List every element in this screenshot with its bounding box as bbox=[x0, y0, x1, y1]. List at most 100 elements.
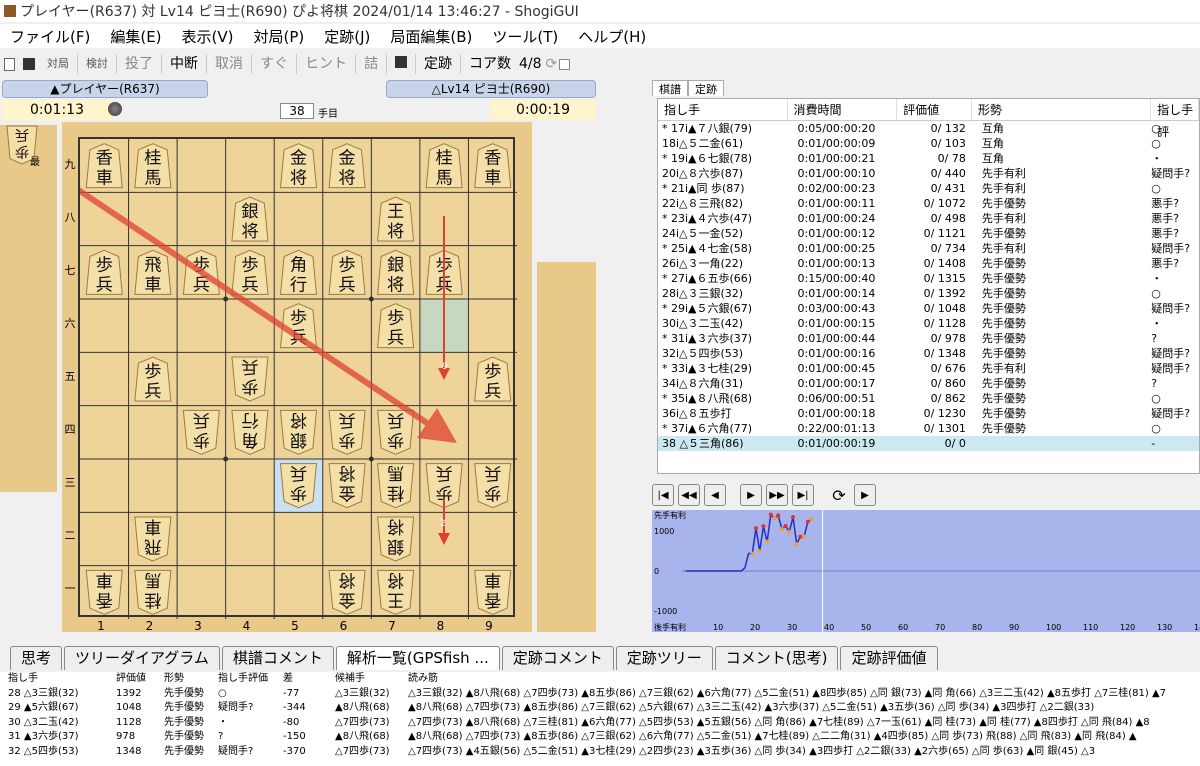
tab-comment-thinking[interactable]: コメント(思考) bbox=[714, 646, 839, 670]
board-piece[interactable]: 歩兵 bbox=[85, 249, 123, 295]
stop-button[interactable] bbox=[387, 54, 416, 74]
board-piece[interactable]: 桂馬 bbox=[134, 569, 172, 615]
board-svg[interactable]: 香車王将金将桂馬香車銀将飛車歩兵歩兵桂馬金将歩兵歩兵歩兵銀将角行歩兵歩兵歩兵歩兵… bbox=[80, 139, 517, 619]
kifu-row[interactable]: * 35i▲８八飛(68) 0:06/00:00:51 0/ 862 先手優勢 ○ bbox=[658, 391, 1199, 406]
kifu-row[interactable]: * 23i▲４六歩(47) 0:01/00:00:24 0/ 498 先手有利 悪手? bbox=[658, 211, 1199, 226]
board-piece[interactable]: 王将 bbox=[377, 196, 415, 242]
board-piece[interactable]: 歩兵 bbox=[231, 356, 269, 402]
resign-button[interactable]: 投了 bbox=[117, 54, 162, 74]
analysis-row[interactable]: 29 ▲5六銀(67) 1048 先手優勢 疑問手? -344 ▲8八飛(68) ▲8八飛(… bbox=[0, 701, 1200, 716]
hint-button[interactable]: ヒント bbox=[297, 54, 356, 74]
board-piece[interactable]: 歩兵 bbox=[134, 356, 172, 402]
kifu-row[interactable]: * 25i▲４七金(58) 0:01/00:00:25 0/ 734 先手有利 疑問手? bbox=[658, 241, 1199, 256]
board-piece[interactable]: 歩兵 bbox=[182, 409, 220, 455]
new-file-icon[interactable] bbox=[4, 57, 15, 71]
kifu-row[interactable]: * 37i▲６六角(77) 0:22/00:01:13 0/ 1301 先手優勢 ○ bbox=[658, 421, 1199, 436]
kifu-row[interactable]: 26i△３一角(22) 0:01/00:00:13 0/ 1408 先手優勢 悪手? bbox=[658, 256, 1199, 271]
back-fast-icon[interactable]: ◀◀ bbox=[678, 484, 700, 506]
kifu-row[interactable]: 20i△８六歩(87) 0:01/00:00:10 0/ 440 先手有利 疑問手? bbox=[658, 166, 1199, 181]
tab-kifu[interactable]: 棋譜 bbox=[652, 80, 688, 96]
kifu-row[interactable]: 32i△５四歩(53) 0:01/00:00:16 0/ 1348 先手優勢 疑問手? bbox=[658, 346, 1199, 361]
tab-joseki-eval[interactable]: 定跡評価値 bbox=[840, 646, 938, 670]
shogi-board[interactable]: 香車王将金将桂馬香車銀将飛車歩兵歩兵桂馬金将歩兵歩兵歩兵銀将角行歩兵歩兵歩兵歩兵… bbox=[78, 137, 517, 619]
menu-view[interactable]: 表示(V) bbox=[172, 26, 244, 47]
board-piece[interactable]: 香車 bbox=[474, 143, 512, 189]
kifu-list[interactable]: 指し手 消費時間 評価値 形勢 指し手評 * 17i▲７八銀(79) 0:05/0… bbox=[657, 98, 1200, 474]
board-piece[interactable]: 歩兵 bbox=[279, 463, 318, 509]
tab-joseki-tree[interactable]: 定跡ツリー bbox=[615, 646, 713, 670]
board-piece[interactable]: 飛車 bbox=[134, 516, 172, 562]
first-move-icon[interactable]: |◀ bbox=[652, 484, 674, 506]
kifu-row[interactable]: 22i△８三飛(82) 0:01/00:00:11 0/ 1072 先手優勢 悪手? bbox=[658, 196, 1199, 211]
analysis-header-eval[interactable]: 評価値 bbox=[116, 672, 164, 687]
board-piece[interactable]: 角行 bbox=[231, 409, 269, 455]
menu-joseki[interactable]: 定跡(J) bbox=[314, 26, 380, 47]
board-piece[interactable]: 金将 bbox=[328, 143, 366, 189]
board-piece[interactable]: 香車 bbox=[474, 569, 512, 615]
taikyoku-button[interactable]: 対局 bbox=[39, 54, 78, 74]
menu-tools[interactable]: ツール(T) bbox=[482, 26, 568, 47]
undo-button[interactable]: 取消 bbox=[207, 54, 252, 74]
kifu-row[interactable]: * 21i▲同 歩(87) 0:02/00:00:23 0/ 431 先手有利 ○ bbox=[658, 181, 1199, 196]
tab-joseki-comment[interactable]: 定跡コメント bbox=[501, 646, 614, 670]
analysis-header-pv[interactable]: 読み筋 bbox=[408, 672, 1200, 687]
analysis-header-move[interactable]: 指し手 bbox=[0, 672, 116, 687]
board-piece[interactable]: 桂馬 bbox=[425, 143, 463, 189]
analysis-row[interactable]: 31 ▲3六歩(37) 978 先手優勢? -150 ▲8八飛(68) ▲8八飛(68) … bbox=[0, 730, 1200, 745]
kifu-row[interactable]: * 19i▲６七銀(78) 0:01/00:00:21 0/ 78 互角 ・ bbox=[658, 151, 1199, 166]
menu-edit[interactable]: 編集(E) bbox=[100, 26, 171, 47]
menu-file[interactable]: ファイル(F) bbox=[0, 26, 100, 47]
checkbox[interactable] bbox=[559, 58, 571, 70]
board-piece[interactable]: 歩兵 bbox=[377, 303, 415, 349]
forward-icon[interactable]: ▶ bbox=[740, 484, 762, 506]
board-piece[interactable]: 銀将 bbox=[377, 516, 415, 562]
analysis-row[interactable]: 32 △5四歩(53) 1348 先手優勢 疑問手? -370 △7四歩(73) △7四歩(… bbox=[0, 745, 1200, 760]
suspend-button[interactable]: 中断 bbox=[162, 54, 207, 74]
analysis-header-diff[interactable]: 差 bbox=[283, 672, 335, 687]
kifu-row[interactable]: 30i△３二玉(42) 0:01/00:00:15 0/ 1128 先手優勢 ・ bbox=[658, 316, 1199, 331]
kifu-row[interactable]: 24i△５一金(52) 0:01/00:00:12 0/ 1121 先手優勢 悪手? bbox=[658, 226, 1199, 241]
save-icon[interactable] bbox=[23, 58, 35, 70]
board-piece[interactable]: 飛車 bbox=[134, 249, 172, 295]
board-piece[interactable]: 歩兵 bbox=[474, 356, 512, 402]
analysis-header-rating[interactable]: 指し手評価 bbox=[218, 672, 283, 687]
kifu-header-move[interactable]: 指し手 bbox=[658, 99, 788, 120]
board-piece[interactable]: 桂馬 bbox=[134, 143, 172, 189]
analysis-row[interactable]: 30 △3二玉(42) 1128 先手優勢 ・ -80 △7四歩(73) △7四歩(73) … bbox=[0, 716, 1200, 731]
board-piece[interactable]: 歩兵 bbox=[231, 249, 269, 295]
board-piece[interactable]: 歩兵 bbox=[328, 249, 366, 295]
play-icon[interactable]: ▶ bbox=[854, 484, 876, 506]
kifu-row[interactable]: 18i△５二金(61) 0:01/00:00:09 0/ 103 互角 ○ bbox=[658, 136, 1199, 151]
forward-fast-icon[interactable]: ▶▶ bbox=[766, 484, 788, 506]
kifu-row[interactable]: 38 △５三角(86) 0:01/00:00:19 0/ 0 - bbox=[658, 436, 1199, 451]
tab-thinking[interactable]: 思考 bbox=[10, 646, 63, 670]
board-piece[interactable]: 銀将 bbox=[279, 409, 318, 455]
kifu-header-eval[interactable]: 評価値 bbox=[897, 99, 972, 120]
kifu-row[interactable]: 36i△８五歩打 0:01/00:00:18 0/ 1230 先手優勢 疑問手? bbox=[658, 406, 1199, 421]
move-number-field[interactable]: 38 bbox=[280, 103, 314, 119]
board-piece[interactable]: 金将 bbox=[328, 569, 366, 615]
kifu-row[interactable]: * 33i▲３七桂(29) 0:01/00:00:45 0/ 676 先手有利 疑問手? bbox=[658, 361, 1199, 376]
analysis-header-situation[interactable]: 形勢 bbox=[164, 672, 218, 687]
board-piece[interactable]: 香車 bbox=[85, 569, 123, 615]
board-piece[interactable]: 歩兵 bbox=[328, 409, 366, 455]
sugu-button[interactable]: すぐ bbox=[252, 54, 297, 74]
kifu-row[interactable]: * 29i▲５六銀(67) 0:03/00:00:43 0/ 1048 先手優勢 疑問手… bbox=[658, 301, 1199, 316]
tab-tree-diagram[interactable]: ツリーダイアグラム bbox=[64, 646, 220, 670]
kento-button[interactable]: 検討 bbox=[78, 54, 117, 74]
board-piece[interactable]: 銀将 bbox=[377, 249, 415, 295]
eval-graph[interactable]: 先手有利後手有利10000-1000-200010203040506070809… bbox=[652, 510, 1200, 656]
joseki-button[interactable]: 定跡 bbox=[416, 54, 461, 74]
refresh-icon[interactable]: ⟳ bbox=[546, 56, 558, 72]
kifu-row[interactable]: * 27i▲６五歩(66) 0:15/00:00:40 0/ 1315 先手優勢 ・ bbox=[658, 271, 1199, 286]
kifu-header-time[interactable]: 消費時間 bbox=[788, 99, 898, 120]
tab-analysis-list[interactable]: 解析一覧(GPSfish ... bbox=[335, 646, 500, 670]
board-piece[interactable]: 歩兵 bbox=[474, 463, 512, 509]
tab-joseki[interactable]: 定跡 bbox=[688, 80, 724, 96]
board-piece[interactable]: 銀将 bbox=[231, 196, 269, 242]
last-move-icon[interactable]: ▶| bbox=[792, 484, 814, 506]
kifu-row[interactable]: * 31i▲３六歩(37) 0:01/00:00:44 0/ 978 先手優勢? bbox=[658, 331, 1199, 346]
board-piece[interactable]: 王将 bbox=[377, 569, 415, 615]
tsume-button[interactable]: 詰 bbox=[356, 54, 387, 74]
board-piece[interactable]: 香車 bbox=[85, 143, 123, 189]
